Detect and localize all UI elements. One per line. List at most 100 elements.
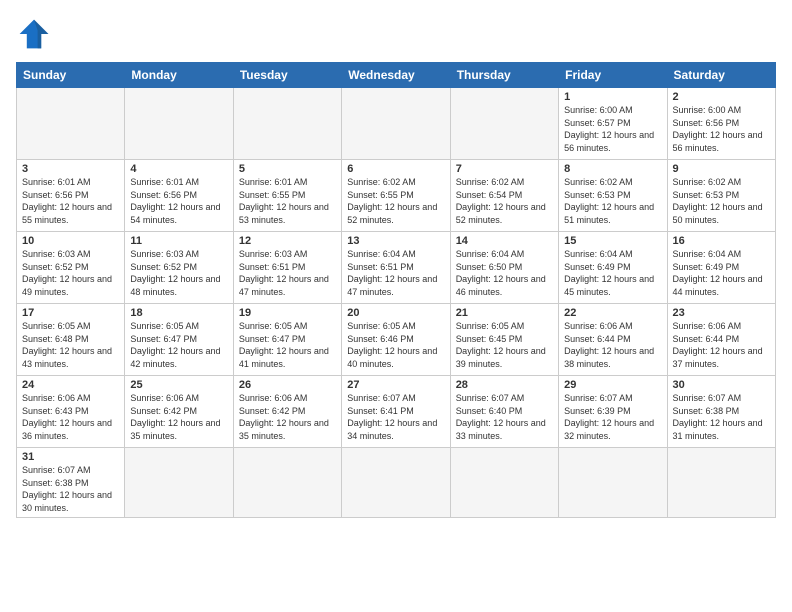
day-cell: 21Sunrise: 6:05 AM Sunset: 6:45 PM Dayli… xyxy=(450,304,558,376)
day-number: 21 xyxy=(456,307,553,319)
day-cell: 19Sunrise: 6:05 AM Sunset: 6:47 PM Dayli… xyxy=(233,304,341,376)
day-number: 26 xyxy=(239,379,336,391)
day-cell: 24Sunrise: 6:06 AM Sunset: 6:43 PM Dayli… xyxy=(17,376,125,448)
day-number: 1 xyxy=(564,91,661,103)
day-info: Sunrise: 6:06 AM Sunset: 6:42 PM Dayligh… xyxy=(239,392,336,442)
calendar: SundayMondayTuesdayWednesdayThursdayFrid… xyxy=(16,62,776,518)
week-row-2: 10Sunrise: 6:03 AM Sunset: 6:52 PM Dayli… xyxy=(17,232,776,304)
day-cell: 9Sunrise: 6:02 AM Sunset: 6:53 PM Daylig… xyxy=(667,160,775,232)
day-info: Sunrise: 6:00 AM Sunset: 6:57 PM Dayligh… xyxy=(564,104,661,154)
day-number: 30 xyxy=(673,379,770,391)
day-cell: 25Sunrise: 6:06 AM Sunset: 6:42 PM Dayli… xyxy=(125,376,233,448)
day-cell: 2Sunrise: 6:00 AM Sunset: 6:56 PM Daylig… xyxy=(667,88,775,160)
day-cell: 16Sunrise: 6:04 AM Sunset: 6:49 PM Dayli… xyxy=(667,232,775,304)
day-number: 14 xyxy=(456,235,553,247)
day-info: Sunrise: 6:05 AM Sunset: 6:45 PM Dayligh… xyxy=(456,320,553,370)
day-cell: 22Sunrise: 6:06 AM Sunset: 6:44 PM Dayli… xyxy=(559,304,667,376)
day-cell: 13Sunrise: 6:04 AM Sunset: 6:51 PM Dayli… xyxy=(342,232,450,304)
day-number: 28 xyxy=(456,379,553,391)
day-info: Sunrise: 6:03 AM Sunset: 6:52 PM Dayligh… xyxy=(130,248,227,298)
day-cell: 20Sunrise: 6:05 AM Sunset: 6:46 PM Dayli… xyxy=(342,304,450,376)
week-row-3: 17Sunrise: 6:05 AM Sunset: 6:48 PM Dayli… xyxy=(17,304,776,376)
day-number: 4 xyxy=(130,163,227,175)
week-row-4: 24Sunrise: 6:06 AM Sunset: 6:43 PM Dayli… xyxy=(17,376,776,448)
day-info: Sunrise: 6:07 AM Sunset: 6:41 PM Dayligh… xyxy=(347,392,444,442)
day-number: 6 xyxy=(347,163,444,175)
day-cell xyxy=(233,448,341,518)
day-number: 15 xyxy=(564,235,661,247)
logo xyxy=(16,16,56,52)
day-cell xyxy=(342,448,450,518)
day-number: 31 xyxy=(22,451,119,463)
day-info: Sunrise: 6:05 AM Sunset: 6:48 PM Dayligh… xyxy=(22,320,119,370)
day-cell: 30Sunrise: 6:07 AM Sunset: 6:38 PM Dayli… xyxy=(667,376,775,448)
day-info: Sunrise: 6:05 AM Sunset: 6:46 PM Dayligh… xyxy=(347,320,444,370)
day-header-friday: Friday xyxy=(559,63,667,88)
day-info: Sunrise: 6:03 AM Sunset: 6:52 PM Dayligh… xyxy=(22,248,119,298)
day-number: 18 xyxy=(130,307,227,319)
day-cell: 6Sunrise: 6:02 AM Sunset: 6:55 PM Daylig… xyxy=(342,160,450,232)
day-info: Sunrise: 6:04 AM Sunset: 6:49 PM Dayligh… xyxy=(673,248,770,298)
day-cell: 15Sunrise: 6:04 AM Sunset: 6:49 PM Dayli… xyxy=(559,232,667,304)
header xyxy=(16,16,776,52)
day-number: 11 xyxy=(130,235,227,247)
day-info: Sunrise: 6:04 AM Sunset: 6:49 PM Dayligh… xyxy=(564,248,661,298)
day-cell: 12Sunrise: 6:03 AM Sunset: 6:51 PM Dayli… xyxy=(233,232,341,304)
day-number: 22 xyxy=(564,307,661,319)
day-info: Sunrise: 6:03 AM Sunset: 6:51 PM Dayligh… xyxy=(239,248,336,298)
day-header-saturday: Saturday xyxy=(667,63,775,88)
day-cell: 28Sunrise: 6:07 AM Sunset: 6:40 PM Dayli… xyxy=(450,376,558,448)
day-number: 24 xyxy=(22,379,119,391)
day-cell xyxy=(450,448,558,518)
day-info: Sunrise: 6:06 AM Sunset: 6:44 PM Dayligh… xyxy=(673,320,770,370)
day-info: Sunrise: 6:06 AM Sunset: 6:44 PM Dayligh… xyxy=(564,320,661,370)
day-cell: 10Sunrise: 6:03 AM Sunset: 6:52 PM Dayli… xyxy=(17,232,125,304)
day-cell: 29Sunrise: 6:07 AM Sunset: 6:39 PM Dayli… xyxy=(559,376,667,448)
day-info: Sunrise: 6:01 AM Sunset: 6:56 PM Dayligh… xyxy=(130,176,227,226)
day-info: Sunrise: 6:07 AM Sunset: 6:38 PM Dayligh… xyxy=(673,392,770,442)
day-number: 29 xyxy=(564,379,661,391)
day-info: Sunrise: 6:04 AM Sunset: 6:51 PM Dayligh… xyxy=(347,248,444,298)
day-number: 10 xyxy=(22,235,119,247)
day-cell: 26Sunrise: 6:06 AM Sunset: 6:42 PM Dayli… xyxy=(233,376,341,448)
week-row-5: 31Sunrise: 6:07 AM Sunset: 6:38 PM Dayli… xyxy=(17,448,776,518)
day-cell: 27Sunrise: 6:07 AM Sunset: 6:41 PM Dayli… xyxy=(342,376,450,448)
day-number: 12 xyxy=(239,235,336,247)
day-info: Sunrise: 6:04 AM Sunset: 6:50 PM Dayligh… xyxy=(456,248,553,298)
day-info: Sunrise: 6:02 AM Sunset: 6:53 PM Dayligh… xyxy=(673,176,770,226)
day-number: 5 xyxy=(239,163,336,175)
day-cell: 11Sunrise: 6:03 AM Sunset: 6:52 PM Dayli… xyxy=(125,232,233,304)
day-header-tuesday: Tuesday xyxy=(233,63,341,88)
day-number: 20 xyxy=(347,307,444,319)
day-number: 9 xyxy=(673,163,770,175)
day-cell xyxy=(233,88,341,160)
day-cell: 14Sunrise: 6:04 AM Sunset: 6:50 PM Dayli… xyxy=(450,232,558,304)
day-cell: 1Sunrise: 6:00 AM Sunset: 6:57 PM Daylig… xyxy=(559,88,667,160)
day-info: Sunrise: 6:06 AM Sunset: 6:43 PM Dayligh… xyxy=(22,392,119,442)
day-info: Sunrise: 6:07 AM Sunset: 6:38 PM Dayligh… xyxy=(22,464,119,514)
day-info: Sunrise: 6:00 AM Sunset: 6:56 PM Dayligh… xyxy=(673,104,770,154)
day-info: Sunrise: 6:05 AM Sunset: 6:47 PM Dayligh… xyxy=(239,320,336,370)
day-cell: 17Sunrise: 6:05 AM Sunset: 6:48 PM Dayli… xyxy=(17,304,125,376)
week-row-0: 1Sunrise: 6:00 AM Sunset: 6:57 PM Daylig… xyxy=(17,88,776,160)
day-cell: 3Sunrise: 6:01 AM Sunset: 6:56 PM Daylig… xyxy=(17,160,125,232)
day-cell xyxy=(667,448,775,518)
logo-icon xyxy=(16,16,52,52)
day-number: 27 xyxy=(347,379,444,391)
day-number: 8 xyxy=(564,163,661,175)
day-header-wednesday: Wednesday xyxy=(342,63,450,88)
day-cell: 31Sunrise: 6:07 AM Sunset: 6:38 PM Dayli… xyxy=(17,448,125,518)
day-cell xyxy=(125,88,233,160)
day-cell: 4Sunrise: 6:01 AM Sunset: 6:56 PM Daylig… xyxy=(125,160,233,232)
day-cell: 7Sunrise: 6:02 AM Sunset: 6:54 PM Daylig… xyxy=(450,160,558,232)
day-number: 19 xyxy=(239,307,336,319)
day-number: 16 xyxy=(673,235,770,247)
day-header-sunday: Sunday xyxy=(17,63,125,88)
day-info: Sunrise: 6:06 AM Sunset: 6:42 PM Dayligh… xyxy=(130,392,227,442)
week-row-1: 3Sunrise: 6:01 AM Sunset: 6:56 PM Daylig… xyxy=(17,160,776,232)
header-row: SundayMondayTuesdayWednesdayThursdayFrid… xyxy=(17,63,776,88)
day-info: Sunrise: 6:05 AM Sunset: 6:47 PM Dayligh… xyxy=(130,320,227,370)
day-header-thursday: Thursday xyxy=(450,63,558,88)
day-number: 13 xyxy=(347,235,444,247)
day-cell: 8Sunrise: 6:02 AM Sunset: 6:53 PM Daylig… xyxy=(559,160,667,232)
